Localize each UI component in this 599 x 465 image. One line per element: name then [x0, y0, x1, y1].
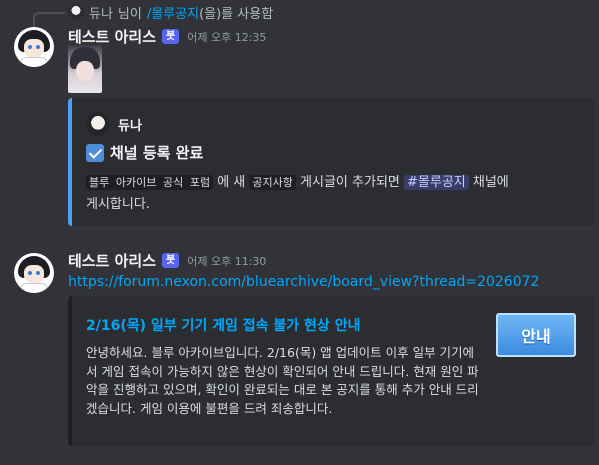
embed-thumbnail[interactable]: 안내	[496, 313, 576, 357]
reply-avatar[interactable]	[68, 4, 84, 20]
sticker-image[interactable]	[68, 45, 102, 93]
embed-notice: 2/16(목) 일부 기기 게임 접속 불가 현상 안내 안녕하세요. 블루 아…	[68, 296, 595, 446]
inline-code: 블루 아카이브 공식 포럼	[86, 175, 214, 190]
bot-badge: 봇	[162, 29, 180, 44]
reply-suffix: 님이	[117, 6, 142, 22]
reply-reference[interactable]: 듀나 님이 /몰루공지 (을)를 사용함	[68, 3, 274, 22]
message-header: 테스트 아리스 봇 어제 오후 11:30	[68, 250, 266, 271]
embed-description: 블루 아카이브 공식 포럼 에 새 공지사항 게시글이 추가되면 #몰루공지 채…	[86, 172, 586, 216]
embed-author-avatar	[86, 112, 110, 136]
embed-author: 듀나	[86, 112, 142, 136]
desc-text: 게시글이 추가되면	[300, 175, 400, 190]
reply-connector	[33, 12, 65, 28]
embed-description: 안녕하세요. 블루 아카이브입니다. 2/16(목) 앱 업데이트 이후 일부 …	[86, 345, 479, 416]
desc-text: 게시합니다.	[86, 197, 150, 212]
username[interactable]: 테스트 아리스	[68, 26, 156, 47]
reply-username[interactable]: 듀나	[89, 3, 113, 22]
channel-mention[interactable]: #몰루공지	[404, 175, 469, 190]
reply-action: (을)를 사용함	[199, 6, 274, 22]
avatar[interactable]	[14, 253, 54, 293]
reply-command[interactable]: /몰루공지	[147, 3, 199, 22]
message-header: 테스트 아리스 봇 어제 오후 12:35	[68, 26, 266, 47]
embed-title-link[interactable]: 2/16(목) 일부 기기 게임 접속 불가 현상 안내	[86, 315, 360, 335]
timestamp[interactable]: 어제 오후 11:30	[187, 253, 266, 269]
avatar[interactable]	[14, 27, 54, 67]
thumbnail-label: 안내	[521, 327, 551, 346]
forum-link[interactable]: https://forum.nexon.com/bluearchive/boar…	[68, 274, 539, 290]
inline-code: 공지사항	[249, 175, 296, 190]
checkbox-icon	[86, 143, 104, 162]
desc-text: 채널에	[472, 175, 509, 190]
bot-badge: 봇	[162, 253, 180, 268]
embed-title-text: 채널 등록 완료	[110, 144, 204, 162]
timestamp[interactable]: 어제 오후 12:35	[187, 29, 266, 45]
embed-author-name: 듀나	[118, 118, 142, 134]
embed-title: 채널 등록 완료	[86, 142, 203, 163]
username[interactable]: 테스트 아리스	[68, 250, 156, 271]
desc-text: 에 새	[217, 175, 246, 190]
embed-channel-registered: 듀나 채널 등록 완료 블루 아카이브 공식 포럼 에 새 공지사항 게시글이 …	[68, 98, 595, 226]
